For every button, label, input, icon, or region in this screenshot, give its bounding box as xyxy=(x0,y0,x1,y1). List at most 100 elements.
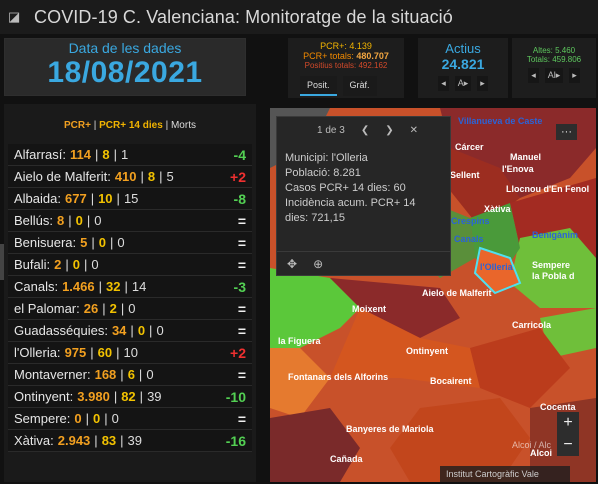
list-item[interactable]: el Palomar: 26 | 2 | 0 = xyxy=(8,298,252,320)
date-label: Data de les dades xyxy=(68,40,182,56)
popup-line: Població: 8.281 xyxy=(285,167,361,179)
list-item[interactable]: Xàtiva: 2.943 | 83 | 39 -16 xyxy=(8,430,252,452)
altes-nav-label[interactable]: Al▸ xyxy=(544,68,564,83)
list-item[interactable]: Guadasséquies: 34 | 0 | 0 = xyxy=(8,320,252,342)
separator: | xyxy=(110,235,114,250)
municipality-name: el Palomar: xyxy=(14,301,80,316)
pcr-count: 975 xyxy=(64,345,87,360)
pcr14-count: 0 xyxy=(75,213,83,228)
tab-graf[interactable]: Gràf. xyxy=(342,76,377,96)
actius-nav: ◂ A▸ ▸ xyxy=(418,76,508,91)
morts-count: 0 xyxy=(156,323,164,338)
prev-arrow-icon[interactable]: ◂ xyxy=(528,68,539,83)
list-item[interactable]: Benisuera: 5 | 0 | 0 = xyxy=(8,232,252,254)
list-item[interactable]: Aielo de Malferit: 410 | 8 | 5 +2 xyxy=(8,166,252,188)
separator: | xyxy=(116,191,120,206)
list-item[interactable]: Canals: 1.466 | 32 | 14 -3 xyxy=(8,276,252,298)
pcr-count: 677 xyxy=(64,191,87,206)
map-place-label: la Pobla d xyxy=(532,271,575,281)
separator: | xyxy=(120,301,125,316)
next-arrow-icon[interactable]: ▸ xyxy=(569,68,580,83)
pcr14-count: 10 xyxy=(98,191,113,206)
trend-delta: = xyxy=(237,234,246,251)
popup-bar: 1 de 3 ❮ ❯ ✕ xyxy=(277,117,450,143)
morts-count: 10 xyxy=(123,345,138,360)
pcr-count: 34 xyxy=(111,323,127,338)
separator: | xyxy=(104,411,108,426)
map-place-label: Cocenta xyxy=(540,402,576,412)
pan-icon[interactable]: ✥ xyxy=(287,257,297,271)
actius-nav-label[interactable]: A▸ xyxy=(454,76,472,91)
municipality-name: Montaverner: xyxy=(14,367,91,382)
morts-count: 0 xyxy=(146,367,154,382)
next-arrow-icon[interactable]: ▸ xyxy=(477,76,488,91)
list-item[interactable]: Alfarrasí: 114 | 8 | 1 -4 xyxy=(8,144,252,166)
pcr-count: 8 xyxy=(57,213,65,228)
tab-posit[interactable]: Posit. xyxy=(300,76,337,96)
app-logo-icon: ◪ xyxy=(8,9,21,24)
list-rows: Alfarrasí: 114 | 8 | 1 -4 Aielo de Malferit: 410… xyxy=(4,144,256,452)
separator: | xyxy=(149,323,153,338)
pcr14-count: 60 xyxy=(97,345,113,360)
pcr-totals: PCR+ totals: 480.707 xyxy=(288,51,404,61)
pcr-count: 1.466 xyxy=(62,279,95,294)
trend-delta: = xyxy=(237,212,246,229)
separator: | xyxy=(68,213,72,228)
map-place-label: Llocnou d'En Fenol xyxy=(506,184,590,194)
municipality-name: Benisuera: xyxy=(14,235,77,250)
popup-prev-icon[interactable]: ❮ xyxy=(361,125,369,136)
separator: | xyxy=(85,411,89,426)
municipality-name: Bufali: xyxy=(14,257,51,272)
separator: | xyxy=(102,301,106,316)
popup-line: Casos PCR+ 14 dies: 60 xyxy=(285,182,406,194)
morts-count: 5 xyxy=(166,169,174,184)
trend-delta: = xyxy=(237,410,246,427)
popup-body: Municipi: l'Olleria Població: 8.281 Caso… xyxy=(277,143,450,226)
popup-close-icon[interactable]: ✕ xyxy=(410,125,418,136)
separator: | xyxy=(113,147,118,162)
trend-delta: = xyxy=(237,322,246,339)
separator: | xyxy=(86,213,91,228)
list-item[interactable]: Albaida: 677 | 10 | 15 -8 xyxy=(8,188,252,210)
list-item[interactable]: l'Olleria: 975 | 60 | 10 +2 xyxy=(8,342,252,364)
prev-arrow-icon[interactable]: ◂ xyxy=(438,76,449,91)
map-place-label: Sellent xyxy=(450,170,480,180)
list-header: PCR+ | PCR+ 14 dies | Morts xyxy=(64,120,196,131)
pcr14-count: 0 xyxy=(72,257,80,272)
pcr14-count: 2 xyxy=(109,301,117,316)
morts-count: 0 xyxy=(91,257,99,272)
list-item[interactable]: Bufali: 2 | 0 | 0 = xyxy=(8,254,252,276)
trend-delta: = xyxy=(237,366,246,383)
separator: | xyxy=(140,169,144,184)
map-place-label: la Figuera xyxy=(278,336,321,346)
pcr14-count: 32 xyxy=(106,279,121,294)
pcr14-count: 8 xyxy=(102,147,110,162)
map-place-label: l'Enova xyxy=(502,164,534,174)
pcr-count: 168 xyxy=(94,367,117,382)
list-item[interactable]: Ontinyent: 3.980 | 82 | 39 -10 xyxy=(8,386,252,408)
morts-count: 39 xyxy=(127,433,143,448)
municipality-name: Alfarrasí: xyxy=(14,147,67,162)
zoom-control: + − xyxy=(557,412,579,456)
map-place-label: Villanueva de Caste xyxy=(458,116,543,126)
pcr-today: PCR+: 4.139 xyxy=(320,41,372,51)
pcr-totals-label: PCR+ totals: xyxy=(303,51,354,61)
zoom-to-icon[interactable]: ⊕ xyxy=(313,257,323,271)
map-menu-icon[interactable]: ··· xyxy=(556,124,577,140)
list-item[interactable]: Sempere: 0 | 0 | 0 = xyxy=(8,408,252,430)
municipality-name: Canals: xyxy=(14,279,59,294)
popup-next-icon[interactable]: ❯ xyxy=(385,125,393,136)
list-item[interactable]: Bellús: 8 | 0 | 0 = xyxy=(8,210,252,232)
popup-pager: 1 de 3 xyxy=(317,124,345,136)
municipality-name: l'Olleria: xyxy=(14,345,61,360)
pcr14-count: 82 xyxy=(121,389,136,404)
separator: | xyxy=(91,235,95,250)
pcr-count: 2.943 xyxy=(57,433,91,448)
zoom-in-button[interactable]: + xyxy=(557,412,579,434)
zoom-out-button[interactable]: − xyxy=(557,434,579,456)
list-item[interactable]: Montaverner: 168 | 6 | 0 = xyxy=(8,364,252,386)
morts-count: 0 xyxy=(128,301,136,316)
map-popup: 1 de 3 ❮ ❯ ✕ Municipi: l'Olleria Poblaci… xyxy=(276,116,451,276)
map-place-label: Sempere xyxy=(532,260,571,270)
altes-card: Altes: 5.460 Totals: 459.806 ◂ Al▸ ▸ xyxy=(512,38,596,98)
